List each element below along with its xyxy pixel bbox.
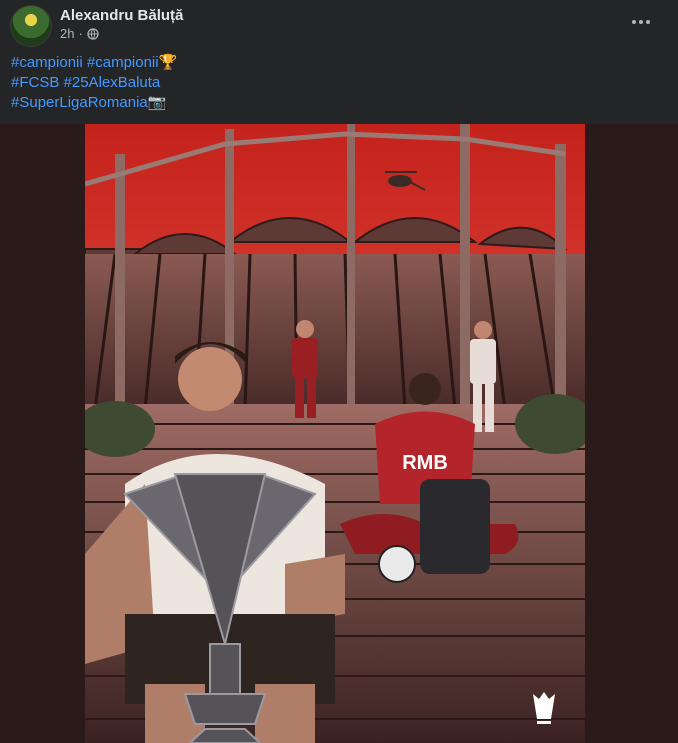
post-header: Alexandru Băluță 2h · #campionii #campio… (0, 0, 678, 124)
more-horizontal-icon (632, 20, 636, 24)
stadium-facade (85, 254, 585, 404)
hashtag-link[interactable]: #FCSB (11, 74, 59, 91)
caption-line-1: #campionii #campionii🏆 (11, 53, 651, 73)
post-time[interactable]: 2h (60, 26, 74, 41)
trophy-emoji: 🏆 (158, 54, 178, 71)
hashtag-link[interactable]: #25AlexBaluta (64, 74, 161, 91)
caption-line-2: #FCSB #25AlexBaluta (11, 73, 651, 93)
meta-separator: · (78, 26, 83, 41)
more-dot (639, 20, 643, 24)
hashtag-link[interactable]: #SuperLigaRomania (11, 94, 148, 111)
stadium-illustration: RMB (85, 124, 585, 743)
camera-emoji: 📷 (147, 94, 167, 111)
hashtag-link[interactable]: #campionii (87, 54, 159, 71)
hashtag-link[interactable]: #campionii (11, 54, 83, 71)
author-avatar[interactable] (11, 6, 51, 46)
more-dot (646, 20, 650, 24)
post-photo[interactable]: RMB (85, 124, 585, 743)
post-caption: #campionii #campionii🏆 #FCSB #25AlexBalu… (11, 53, 651, 113)
author-name[interactable]: Alexandru Băluță (60, 7, 183, 24)
post-meta: 2h · (60, 26, 99, 41)
jersey-sponsor-text: RMB (402, 452, 448, 474)
caption-line-3: #SuperLigaRomania📷 (11, 93, 651, 113)
globe-icon (87, 27, 99, 40)
more-options-button[interactable] (624, 10, 658, 34)
